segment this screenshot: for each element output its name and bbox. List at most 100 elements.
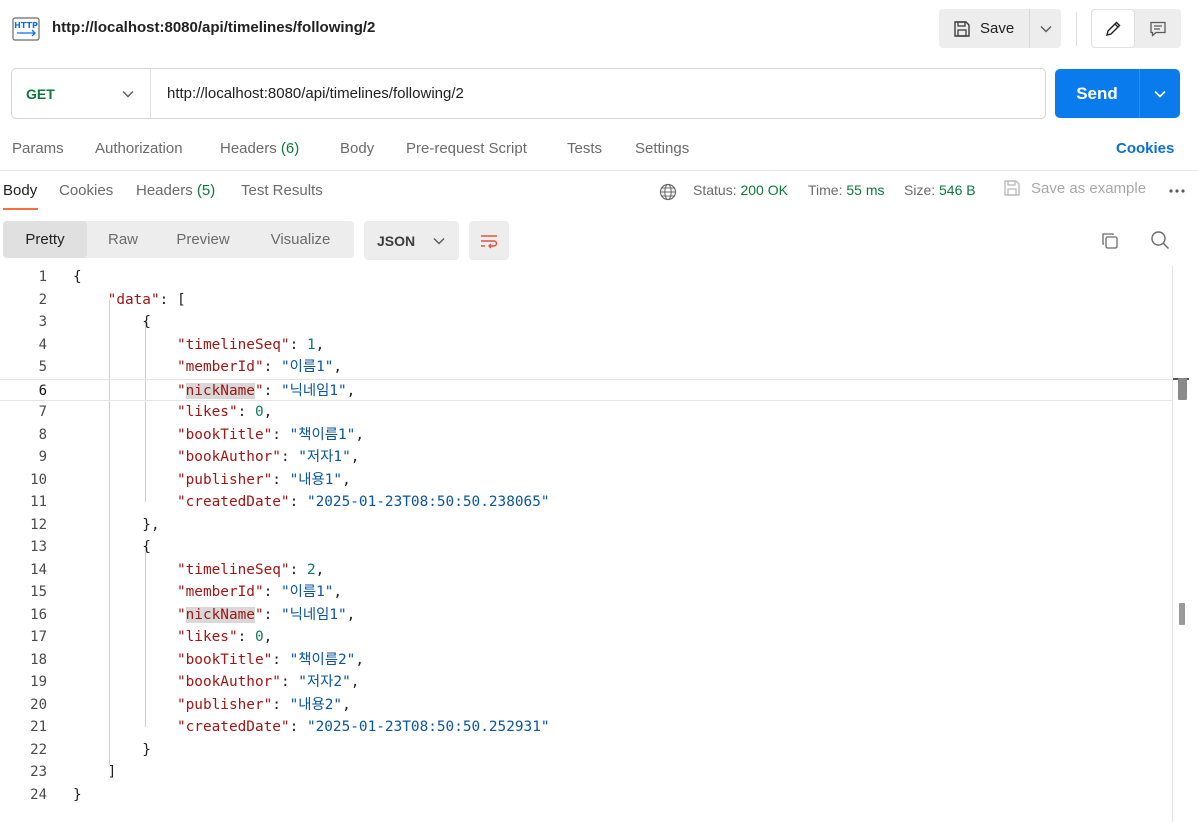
- chevron-down-icon: [1154, 90, 1166, 98]
- response-headers-count: (5): [196, 182, 216, 199]
- tab-authorization[interactable]: Authorization: [95, 140, 183, 157]
- wrap-lines-button[interactable]: [469, 221, 509, 260]
- chevron-down-icon: [122, 90, 134, 97]
- code-text: "publisher": "내용1",: [176, 471, 351, 488]
- line-number: 24: [30, 786, 47, 803]
- format-visualize[interactable]: Visualize: [247, 221, 354, 258]
- line-number: 7: [38, 404, 47, 420]
- code-text: "timelineSeq": 1,: [176, 336, 325, 353]
- response-body-editor[interactable]: 1{2 "data": [3 {4 "timelineSeq": 1, 5 "me…: [0, 266, 1172, 822]
- line-number: 12: [30, 516, 47, 533]
- wrap-text-icon: [481, 234, 498, 248]
- method-select[interactable]: GET: [12, 69, 151, 118]
- tab-headers[interactable]: Headers (6): [220, 140, 299, 157]
- size-indicator[interactable]: Size: 546 B: [904, 182, 976, 198]
- time-indicator[interactable]: Time: 55 ms: [808, 182, 885, 198]
- code-line: 6 "nickName": "닉네임1",: [0, 378, 1172, 401]
- save-as-example-button[interactable]: Save as example: [1003, 179, 1146, 197]
- code-text: "likes": 0,: [176, 629, 273, 645]
- save-button[interactable]: Save: [939, 9, 1030, 48]
- code-line: 14 "timelineSeq": 2,: [0, 559, 1172, 582]
- url-input[interactable]: http://localhost:8080/api/timelines/foll…: [151, 85, 1045, 102]
- format-preview[interactable]: Preview: [159, 221, 247, 258]
- line-number: 6: [38, 382, 47, 399]
- save-options-button[interactable]: [1030, 9, 1061, 48]
- response-tab-test-results[interactable]: Test Results: [241, 182, 323, 199]
- code-line: 24}: [0, 784, 1172, 807]
- pencil-icon: [1106, 21, 1121, 36]
- size-value: 546 B: [939, 182, 976, 198]
- method-label: GET: [26, 85, 55, 102]
- save-label: Save: [980, 20, 1015, 37]
- code-line: 21 "createdDate": "2025-01-23T08:50:50.2…: [0, 716, 1172, 739]
- response-tab-body[interactable]: Body: [3, 182, 37, 199]
- line-number: 11: [30, 494, 47, 510]
- status-value: 200 OK: [740, 182, 788, 198]
- globe-icon[interactable]: [659, 183, 677, 201]
- code-line: 5 "memberId": "이름1",: [0, 356, 1172, 379]
- chevron-down-icon: [433, 237, 445, 244]
- line-number: 3: [38, 314, 47, 330]
- line-number: 13: [30, 539, 47, 555]
- section-divider: [0, 170, 1198, 171]
- tab-params[interactable]: Params: [12, 140, 64, 157]
- code-line: 22 }: [0, 739, 1172, 762]
- status-label: Status:: [693, 182, 737, 198]
- tab-tests[interactable]: Tests: [567, 140, 602, 157]
- code-line: 18 "bookTitle": "책이름2",: [0, 649, 1172, 672]
- language-label: JSON: [377, 232, 416, 249]
- chevron-down-icon: [1040, 25, 1051, 32]
- save-button-group: Save: [939, 9, 1061, 48]
- code-line: 2 "data": [: [0, 289, 1172, 312]
- code-line: 15 "memberId": "이름1",: [0, 581, 1172, 604]
- status-indicator[interactable]: Status: 200 OK: [693, 182, 788, 198]
- line-number: 4: [38, 336, 47, 353]
- format-raw[interactable]: Raw: [87, 221, 159, 258]
- code-line: 4 "timelineSeq": 1,: [0, 334, 1172, 357]
- scrollbar-track[interactable]: [1172, 266, 1173, 822]
- search-icon[interactable]: [1150, 230, 1170, 250]
- http-icon-label: HTTP: [14, 21, 38, 30]
- code-line: 20 "publisher": "내용2",: [0, 694, 1172, 717]
- edit-mode-button[interactable]: [1091, 9, 1135, 48]
- response-tab-headers[interactable]: Headers (5): [136, 182, 215, 199]
- code-text: "createdDate": "2025-01-23T08:50:50.2380…: [176, 494, 550, 510]
- send-options-button[interactable]: [1140, 69, 1180, 118]
- code-text: "nickName": "닉네임1",: [176, 382, 356, 399]
- more-options-icon[interactable]: [1168, 188, 1186, 194]
- cookies-link[interactable]: Cookies: [1116, 140, 1174, 157]
- scroll-highlight-marker: [1178, 378, 1187, 400]
- tab-body[interactable]: Body: [340, 140, 374, 157]
- code-line: 9 "bookAuthor": "저자1",: [0, 446, 1172, 469]
- time-label: Time:: [808, 182, 843, 198]
- request-title[interactable]: http://localhost:8080/api/timelines/foll…: [52, 19, 375, 36]
- send-button[interactable]: Send: [1055, 69, 1140, 118]
- code-text: "memberId": "이름1",: [176, 584, 343, 600]
- copy-icon[interactable]: [1100, 231, 1120, 251]
- code-text: "publisher": "내용2",: [176, 696, 351, 713]
- request-header: HTTP http://localhost:8080/api/timelines…: [0, 0, 1198, 60]
- response-tab-cookies[interactable]: Cookies: [59, 182, 113, 199]
- code-line: 17 "likes": 0,: [0, 626, 1172, 649]
- floppy-disk-icon: [954, 20, 970, 37]
- line-number: 22: [30, 741, 47, 758]
- save-as-example-label: Save as example: [1031, 179, 1147, 197]
- line-number: 23: [30, 764, 47, 780]
- line-number: 17: [30, 629, 47, 645]
- code-text: {: [73, 314, 151, 330]
- tab-pre-request-script[interactable]: Pre-request Script: [406, 140, 527, 157]
- line-number: 2: [38, 291, 47, 308]
- header-divider: [1076, 12, 1077, 46]
- code-text: "timelineSeq": 2,: [176, 561, 325, 578]
- language-select[interactable]: JSON: [364, 221, 459, 260]
- tab-settings[interactable]: Settings: [635, 140, 689, 157]
- code-line: 16 "nickName": "닉네임1",: [0, 604, 1172, 627]
- comments-button[interactable]: [1135, 9, 1181, 48]
- code-text: "bookAuthor": "저자2",: [176, 674, 360, 690]
- code-text: {: [73, 269, 82, 285]
- line-number: 18: [30, 651, 47, 668]
- format-pretty[interactable]: Pretty: [3, 221, 87, 258]
- code-line: 13 {: [0, 536, 1172, 559]
- http-request-icon: HTTP: [12, 17, 40, 41]
- code-line: 11 "createdDate": "2025-01-23T08:50:50.2…: [0, 491, 1172, 514]
